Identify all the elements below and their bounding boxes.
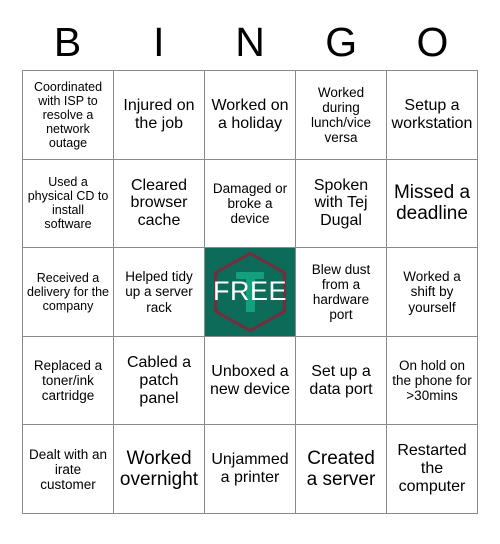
bingo-cell-label: Blew dust from a hardware port — [311, 261, 371, 323]
bingo-cell[interactable]: Received a delivery for the company — [23, 248, 114, 337]
bingo-cell-label: Injured on the job — [123, 96, 195, 132]
bingo-cell-label: Worked overnight — [119, 447, 199, 491]
bingo-cell[interactable]: Damaged or broke a device — [205, 159, 296, 249]
bingo-cell-label: Spoken with Tej Dugal — [313, 176, 369, 230]
bingo-cell-label: Coordinated with ISP to resolve a networ… — [33, 79, 103, 150]
bingo-cell[interactable]: On hold on the phone for >30mins — [387, 336, 478, 426]
bingo-cell-label: Restarted the computer — [397, 442, 467, 496]
bingo-cell-label: Replaced a toner/ink cartridge — [33, 357, 103, 404]
bingo-cell-label: Damaged or broke a device — [212, 180, 288, 226]
bingo-cell-label: Setup a workstation — [391, 96, 473, 132]
bingo-cell[interactable]: Helped tidy up a server rack — [114, 248, 205, 337]
bingo-header-letter-b: B — [53, 18, 82, 65]
bingo-header-letter-o: O — [416, 18, 449, 65]
bingo-cell[interactable]: Unboxed a new device — [205, 336, 296, 426]
bingo-cell[interactable]: Created a server — [296, 425, 387, 514]
bingo-cell[interactable]: Worked a shift by yourself — [387, 248, 478, 337]
bingo-cell[interactable]: Replaced a toner/ink cartridge — [23, 336, 114, 426]
bingo-cell-label: Used a physical CD to install software — [27, 175, 109, 232]
bingo-cell[interactable]: Worked on a holiday — [205, 71, 296, 160]
bingo-cell-label: Helped tidy up a server rack — [125, 269, 193, 315]
bingo-cell-label: Cleared browser cache — [130, 176, 188, 230]
bingo-cell-label: Worked a shift by yourself — [403, 269, 461, 315]
bingo-grid: Coordinated with ISP to resolve a networ… — [22, 70, 478, 514]
bingo-cell[interactable]: Cabled a patch panel — [114, 336, 205, 426]
bingo-cell[interactable]: Missed a deadline — [387, 159, 478, 249]
bingo-cell[interactable]: Spoken with Tej Dugal — [296, 159, 387, 249]
bingo-cell-label: Created a server — [306, 447, 376, 491]
bingo-cell-label: Unjammed a printer — [211, 451, 289, 487]
bingo-cell-label: Missed a deadline — [393, 182, 471, 225]
bingo-header-letter-g: G — [325, 18, 358, 65]
bingo-cell[interactable]: Injured on the job — [114, 71, 205, 160]
bingo-cell-label: On hold on the phone for >30mins — [392, 357, 472, 404]
bingo-cell[interactable]: Coordinated with ISP to resolve a networ… — [23, 71, 114, 160]
bingo-cell-label: Set up a data port — [309, 362, 373, 398]
bingo-header: B I N G O — [22, 14, 478, 70]
bingo-header-letter-i: I — [153, 18, 165, 65]
bingo-cell-label: Unboxed a new device — [209, 362, 291, 398]
bingo-cell-label: Worked during lunch/vice versa — [310, 84, 372, 145]
bingo-cell-label: Received a delivery for the company — [27, 270, 109, 313]
bingo-cell-label: Worked on a holiday — [211, 96, 289, 132]
bingo-card: B I N G O Coordinated with ISP to resolv… — [0, 0, 500, 544]
bingo-cell-free[interactable]: FREE — [205, 248, 296, 337]
bingo-cell[interactable]: Blew dust from a hardware port — [296, 248, 387, 337]
bingo-cell[interactable]: Worked overnight — [114, 425, 205, 514]
bingo-cell-label: Dealt with an irate customer — [28, 446, 108, 492]
bingo-cell[interactable]: Set up a data port — [296, 336, 387, 426]
bingo-cell[interactable]: Unjammed a printer — [205, 425, 296, 514]
free-space-label: FREE — [212, 276, 287, 307]
bingo-cell[interactable]: Cleared browser cache — [114, 159, 205, 249]
bingo-cell[interactable]: Worked during lunch/vice versa — [296, 71, 387, 160]
bingo-cell[interactable]: Used a physical CD to install software — [23, 159, 114, 249]
bingo-cell[interactable]: Dealt with an irate customer — [23, 425, 114, 514]
bingo-cell[interactable]: Restarted the computer — [387, 425, 478, 514]
bingo-cell-label: Cabled a patch panel — [126, 353, 192, 407]
bingo-header-letter-n: N — [235, 18, 265, 65]
bingo-cell[interactable]: Setup a workstation — [387, 71, 478, 160]
